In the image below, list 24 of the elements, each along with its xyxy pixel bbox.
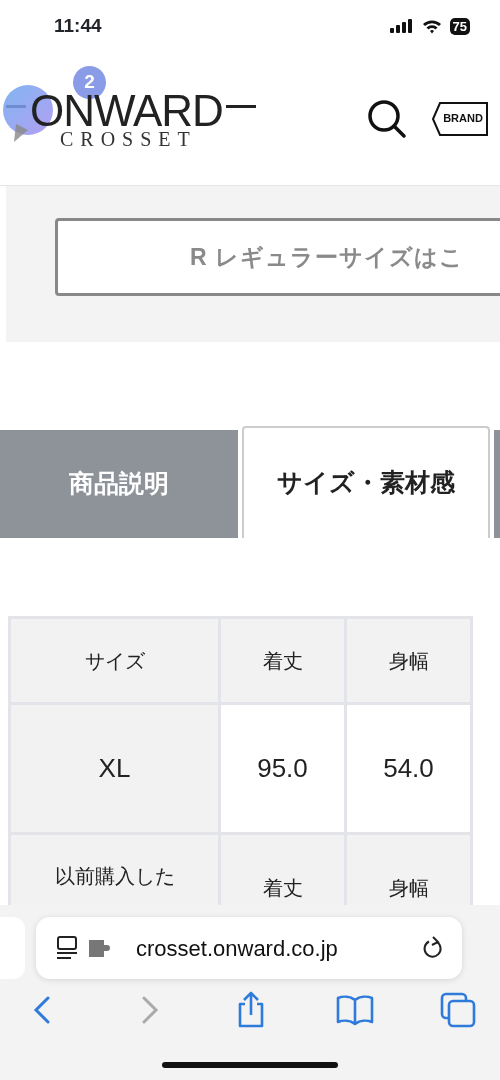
- column-header: 身幅: [345, 617, 472, 704]
- url-text[interactable]: crosset.onward.co.jp: [136, 931, 412, 965]
- brand-button[interactable]: BRAND: [432, 101, 488, 136]
- address-bar[interactable]: crosset.onward.co.jp: [36, 917, 462, 979]
- table-cell: 95.0: [219, 703, 346, 834]
- logo-subtitle: CROSSET: [60, 128, 197, 149]
- back-icon[interactable]: [33, 996, 50, 1024]
- share-icon[interactable]: [238, 991, 264, 1028]
- puzzle-icon[interactable]: [88, 938, 112, 958]
- search-button[interactable]: [366, 97, 408, 140]
- signal-icon: [389, 19, 414, 33]
- logo-line: [226, 104, 256, 108]
- tab[interactable]: サイズ・素材感: [242, 426, 490, 538]
- status-time: 11:44: [54, 13, 102, 38]
- reload-icon[interactable]: [422, 936, 444, 960]
- battery-level: 75: [449, 17, 470, 35]
- column-header: サイズ: [9, 617, 220, 704]
- table-cell: 54.0: [345, 703, 472, 834]
- tabs-icon[interactable]: [440, 992, 476, 1028]
- table-cell: XL: [9, 703, 220, 834]
- bookmarks-icon[interactable]: [336, 995, 373, 1026]
- reader-icon[interactable]: [56, 936, 78, 960]
- wifi-icon: [421, 18, 442, 34]
- column-header: 着丈: [219, 617, 346, 704]
